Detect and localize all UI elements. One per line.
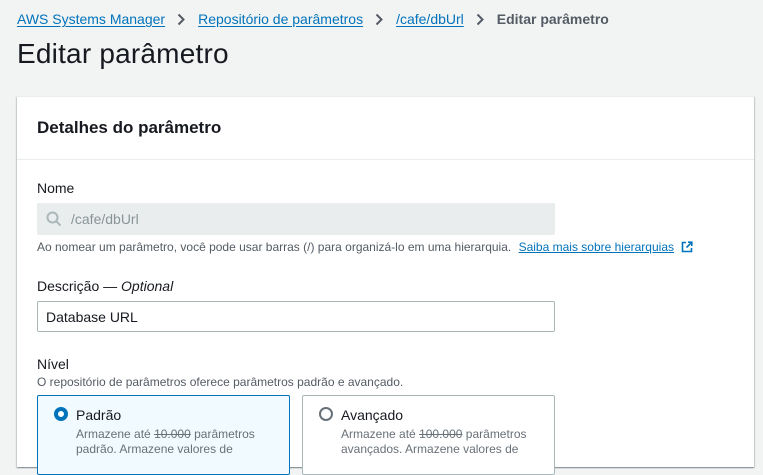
name-value: /cafe/dbUrl <box>71 211 139 227</box>
chevron-right-icon <box>476 13 484 26</box>
name-hint: Ao nomear um parâmetro, você pode usar b… <box>37 240 693 256</box>
breadcrumb-current: Editar parâmetro <box>496 11 609 27</box>
breadcrumb-parameter[interactable]: /cafe/dbUrl <box>396 11 464 27</box>
description-label: Descrição — Optional <box>37 278 173 294</box>
tier-option-advanced-label: Avançado <box>341 407 404 423</box>
description-label-text: Descrição — <box>37 278 118 294</box>
chevron-right-icon <box>375 13 383 26</box>
panel-header: Detalhes do parâmetro <box>17 97 754 160</box>
name-label: Nome <box>37 180 75 196</box>
radio-standard[interactable] <box>54 407 68 421</box>
search-icon <box>46 211 62 227</box>
name-field: /cafe/dbUrl <box>37 203 555 235</box>
tier-option-advanced-desc: Armazene até 100.000 parâmetros avançado… <box>341 427 551 457</box>
desc-count: 10.000 <box>154 427 191 441</box>
description-input[interactable]: Database URL <box>37 301 555 332</box>
desc-count: 100.000 <box>419 427 463 441</box>
desc-prefix: Armazene até <box>76 427 151 441</box>
breadcrumb: AWS Systems Manager Repositório de parâm… <box>17 11 609 27</box>
radio-advanced[interactable] <box>319 407 333 421</box>
optional-tag: Optional <box>121 278 174 294</box>
chevron-right-icon <box>177 13 186 26</box>
name-hint-text: Ao nomear um parâmetro, você pode usar b… <box>37 240 512 254</box>
tier-option-standard-desc: Armazene até 10.000 parâmetros padrão. A… <box>76 427 286 457</box>
tier-label: Nível <box>37 356 69 372</box>
tier-option-standard-label: Padrão <box>76 407 122 423</box>
tier-option-advanced[interactable]: Avançado Armazene até 100.000 parâmetros… <box>302 395 555 475</box>
external-link-icon[interactable] <box>681 241 693 256</box>
tier-option-standard[interactable]: Padrão Armazene até 10.000 parâmetros pa… <box>37 395 290 475</box>
breadcrumb-parameter-store[interactable]: Repositório de parâmetros <box>198 11 363 27</box>
parameter-details-panel: Detalhes do parâmetro Nome /cafe/dbUrl A… <box>17 96 754 475</box>
breadcrumb-systems-manager[interactable]: AWS Systems Manager <box>17 11 165 27</box>
desc-prefix: Armazene até <box>341 427 416 441</box>
page-title: Editar parâmetro <box>17 38 229 69</box>
hierarchies-help-link[interactable]: Saiba mais sobre hierarquias <box>519 240 674 254</box>
tier-hint: O repositório de parâmetros oferece parâ… <box>37 375 404 389</box>
panel-title: Detalhes do parâmetro <box>37 118 222 137</box>
